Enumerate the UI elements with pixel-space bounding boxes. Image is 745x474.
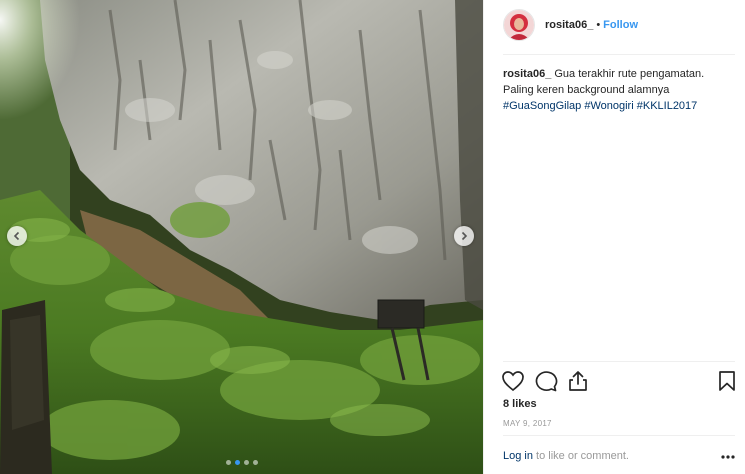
header-username-link[interactable]: rosita06_: [545, 19, 593, 31]
hashtag-link[interactable]: #Wonogiri: [584, 100, 633, 112]
carousel-dot: [225, 460, 231, 465]
post-actions: [484, 370, 745, 394]
hashtag-link[interactable]: #GuaSongGilap: [503, 100, 581, 112]
caption-text-line1: Gua terakhir rute pengamatan.: [554, 68, 705, 80]
avatar-image: [504, 10, 534, 40]
follow-button[interactable]: Follow: [603, 19, 638, 31]
chevron-right-icon: [461, 231, 468, 241]
hashtag-link[interactable]: #KKLIL2017: [637, 100, 698, 112]
more-options-button[interactable]: [720, 450, 736, 467]
save-button[interactable]: [718, 370, 736, 397]
carousel-dot: [243, 460, 249, 465]
caption-username-link[interactable]: rosita06_: [503, 68, 551, 80]
chevron-left-icon: [13, 231, 20, 241]
carousel-next-button[interactable]: [454, 226, 474, 246]
share-upload-icon: [569, 371, 587, 391]
carousel-dot-active: [234, 460, 240, 465]
post-photo[interactable]: [0, 0, 483, 474]
comment-button[interactable]: [534, 370, 558, 397]
post-date: MAY 9, 2017: [503, 419, 552, 428]
login-link[interactable]: Log in: [503, 450, 533, 462]
header-divider: [503, 54, 735, 55]
heart-icon: [502, 371, 524, 392]
comment-divider: [503, 435, 735, 436]
login-prompt-text: to like or comment.: [536, 450, 629, 462]
share-button[interactable]: [567, 370, 589, 397]
carousel-dot: [252, 460, 258, 465]
more-options-icon: [721, 455, 735, 459]
actions-divider: [503, 361, 735, 362]
comment-login-row: Log in to like or comment.: [503, 450, 736, 462]
comment-bubble-icon: [535, 371, 558, 392]
post-caption: rosita06_ Gua terakhir rute pengamatan. …: [503, 66, 728, 114]
post-header: rosita06_ • Follow: [484, 0, 745, 50]
caption-text-line2: Paling keren background alamnya: [503, 84, 670, 96]
avatar[interactable]: [503, 9, 535, 41]
post-details-panel: rosita06_ • Follow rosita06_ Gua terakhi…: [483, 0, 745, 474]
likes-count[interactable]: 8 likes: [503, 398, 537, 410]
bookmark-icon: [719, 371, 735, 391]
like-button[interactable]: [501, 370, 525, 397]
carousel-prev-button[interactable]: [7, 226, 27, 246]
cave-cliff-photo: [0, 0, 483, 474]
header-separator: •: [596, 19, 601, 31]
carousel-dots: [0, 460, 483, 465]
